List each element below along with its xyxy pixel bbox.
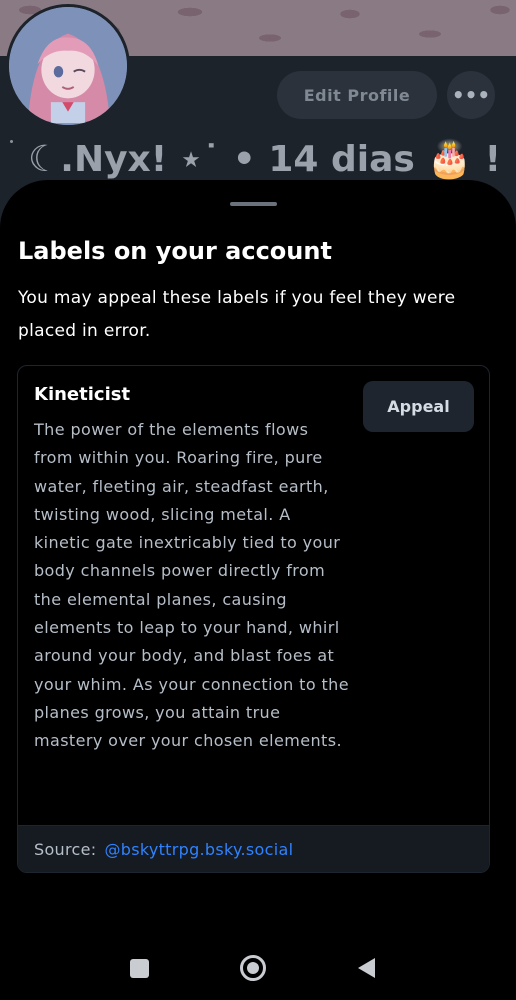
system-navigation-bar: [0, 940, 516, 1000]
label-card: Kineticist The power of the elements flo…: [17, 365, 490, 873]
sheet-drag-handle[interactable]: [230, 202, 277, 206]
more-options-button[interactable]: •••: [447, 71, 495, 119]
label-source-footer: Source: @bskyttrpg.bsky.social: [18, 825, 489, 872]
edit-profile-button[interactable]: Edit Profile: [277, 71, 437, 119]
source-handle-link[interactable]: @bskyttrpg.bsky.social: [104, 840, 293, 859]
profile-display-name: ☾.Nyx! ⋆˙ • 14 dias 🎂 !: [28, 139, 502, 180]
appeal-button[interactable]: Appeal: [363, 381, 474, 432]
recents-square-icon[interactable]: [130, 959, 149, 978]
label-name: Kineticist: [34, 384, 131, 405]
sheet-subtitle: You may appeal these labels if you feel …: [18, 288, 456, 341]
label-description: The power of the elements flows from wit…: [34, 420, 349, 751]
avatar[interactable]: [6, 4, 130, 128]
source-label: Source:: [34, 839, 97, 859]
labels-bottom-sheet: Labels on your account You may appeal th…: [0, 180, 516, 940]
back-triangle-icon[interactable]: [358, 958, 375, 978]
home-circle-icon[interactable]: [240, 955, 266, 981]
avatar-image: [9, 7, 127, 125]
screen: Edit Profile ••• ☾.Nyx! ⋆˙ • 14 dias 🎂 !…: [0, 0, 516, 1000]
decorative-dot: [10, 140, 13, 143]
ellipsis-icon: •••: [451, 83, 491, 107]
sheet-title: Labels on your account: [18, 237, 332, 265]
